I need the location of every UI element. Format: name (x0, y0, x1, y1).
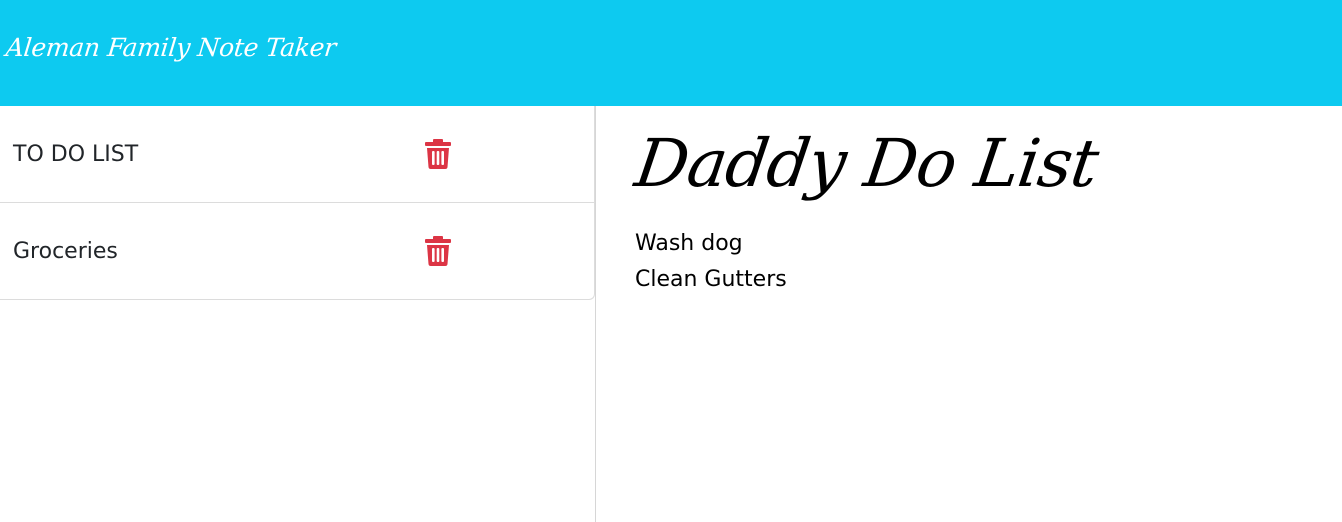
trash-icon[interactable] (425, 139, 451, 169)
navbar: Aleman Family Note Taker (0, 0, 1342, 106)
trash-icon[interactable] (425, 236, 451, 266)
note-title-heading[interactable]: Daddy Do List (630, 124, 1103, 204)
note-list-item[interactable]: Groceries (0, 203, 594, 299)
note-title-label[interactable]: Groceries (13, 237, 118, 267)
note-line: Wash dog (635, 231, 743, 256)
app-title[interactable]: Aleman Family Note Taker (4, 28, 338, 68)
note-editor: Daddy Do List Wash dog Clean Gutters (596, 106, 1342, 522)
note-list-item[interactable]: TO DO LIST (0, 106, 594, 203)
note-title-label[interactable]: TO DO LIST (13, 140, 138, 170)
notes-sidebar: TO DO LIST Groceries (0, 106, 596, 522)
note-text-area[interactable]: Wash dog Clean Gutters (635, 226, 1275, 298)
note-line: Clean Gutters (635, 267, 787, 292)
notes-list: TO DO LIST Groceries (0, 106, 595, 300)
